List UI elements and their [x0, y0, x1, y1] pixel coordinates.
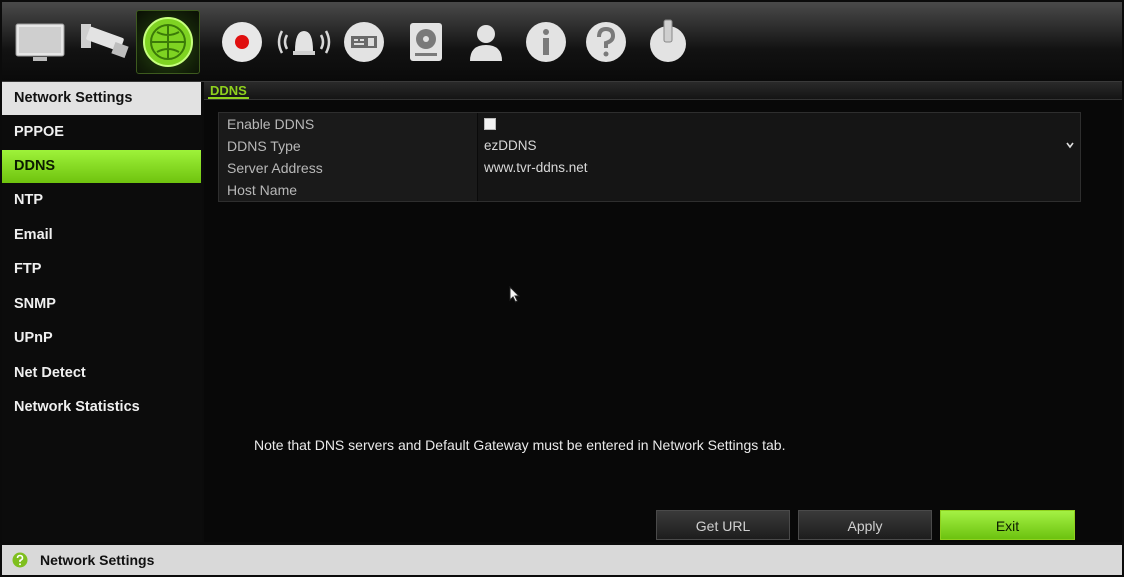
- ddns-type-select[interactable]: ezDDNS: [477, 135, 1080, 157]
- row-server-address: Server Address www.tvr-ddns.net: [219, 157, 1080, 179]
- help-icon[interactable]: [574, 10, 638, 74]
- help-status-icon: [12, 552, 28, 568]
- sidebar-item-email[interactable]: Email: [2, 219, 201, 252]
- sidebar-item-pppoe[interactable]: PPPOE: [2, 116, 201, 149]
- main-panel: DDNS Enable DDNS DDNS Type ezDDNS Server…: [204, 82, 1122, 542]
- sidebar-item-network-statistics[interactable]: Network Statistics: [2, 391, 201, 424]
- row-ddns-type: DDNS Type ezDDNS: [219, 135, 1080, 157]
- status-bar: Network Settings: [2, 545, 1122, 575]
- network-note: Note that DNS servers and Default Gatewa…: [254, 437, 786, 453]
- enable-ddns-value: [477, 113, 1080, 135]
- power-icon[interactable]: [636, 10, 700, 74]
- enable-ddns-label: Enable DDNS: [219, 113, 477, 135]
- host-name-field[interactable]: [477, 179, 1080, 201]
- server-address-field[interactable]: www.tvr-ddns.net: [477, 157, 1080, 179]
- device-icon[interactable]: [332, 10, 396, 74]
- sidebar-item-ntp[interactable]: NTP: [2, 184, 201, 217]
- camera-icon[interactable]: [72, 10, 136, 74]
- record-icon[interactable]: [210, 10, 274, 74]
- sidebar-item-ddns[interactable]: DDNS: [2, 150, 201, 183]
- get-url-button[interactable]: Get URL: [656, 510, 790, 540]
- tab-bar: DDNS: [204, 82, 1122, 100]
- tab-ddns[interactable]: DDNS: [208, 83, 249, 99]
- main-toolbar: [2, 2, 1122, 82]
- alarm-icon[interactable]: [272, 10, 336, 74]
- storage-icon[interactable]: [394, 10, 458, 74]
- user-icon[interactable]: [454, 10, 518, 74]
- info-icon[interactable]: [514, 10, 578, 74]
- row-host-name: Host Name: [219, 179, 1080, 201]
- apply-button[interactable]: Apply: [798, 510, 932, 540]
- sidebar-item-snmp[interactable]: SNMP: [2, 288, 201, 321]
- server-address-label: Server Address: [219, 157, 477, 179]
- sidebar: Network Settings PPPOE DDNS NTP Email FT…: [2, 82, 202, 542]
- ddns-type-label: DDNS Type: [219, 135, 477, 157]
- monitor-icon[interactable]: [8, 10, 72, 74]
- sidebar-item-upnp[interactable]: UPnP: [2, 322, 201, 355]
- sidebar-item-network-settings[interactable]: Network Settings: [2, 82, 201, 115]
- row-enable-ddns: Enable DDNS: [219, 113, 1080, 135]
- chevron-down-icon: [1066, 142, 1074, 149]
- status-text: Network Settings: [40, 552, 155, 568]
- mouse-cursor-icon: [509, 286, 521, 303]
- dvr-screen: Network Settings PPPOE DDNS NTP Email FT…: [0, 0, 1124, 577]
- enable-ddns-checkbox[interactable]: [484, 118, 496, 130]
- sidebar-item-ftp[interactable]: FTP: [2, 253, 201, 286]
- ddns-form: Enable DDNS DDNS Type ezDDNS Server Addr…: [218, 112, 1081, 202]
- network-icon[interactable]: [136, 10, 200, 74]
- host-name-label: Host Name: [219, 179, 477, 201]
- ddns-type-value: ezDDNS: [484, 138, 537, 153]
- sidebar-item-net-detect[interactable]: Net Detect: [2, 357, 201, 390]
- exit-button[interactable]: Exit: [940, 510, 1075, 540]
